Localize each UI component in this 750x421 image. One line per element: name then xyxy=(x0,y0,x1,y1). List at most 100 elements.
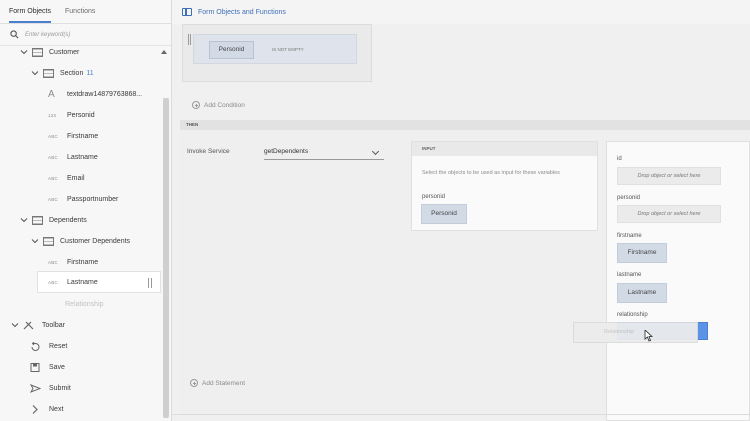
chevron-down-icon[interactable] xyxy=(20,216,28,224)
tree-item-label: Email xyxy=(67,174,85,182)
tree-item-personid[interactable]: 123 Personid xyxy=(48,105,95,125)
then-header: THEN xyxy=(180,120,750,130)
panel-icon xyxy=(32,215,43,225)
add-condition-button[interactable]: Add Condition xyxy=(192,101,245,109)
drag-handle-icon[interactable] xyxy=(148,278,152,288)
input-header: INPUT xyxy=(412,142,597,156)
breadcrumb-label[interactable]: Form Objects and Functions xyxy=(198,9,286,16)
tree-item-label: Passportnumber xyxy=(67,195,119,203)
tree-item-toolbar[interactable]: Toolbar xyxy=(11,315,65,335)
tree-item-dep-relationship[interactable]: Relationship xyxy=(65,294,104,314)
invoke-service-label: Invoke Service xyxy=(187,148,230,155)
tree-item-label: Customer xyxy=(49,48,80,56)
output-firstname-chip[interactable]: Firstname xyxy=(617,243,667,263)
tree-item-label: textdraw14879763868... xyxy=(67,90,143,98)
tree-item-label: Lastname xyxy=(67,278,98,286)
output-id-drop[interactable]: Drop object or select here xyxy=(617,167,721,185)
sidebar-tabs: Form Objects Functions xyxy=(0,0,171,24)
chevron-down-icon[interactable] xyxy=(31,237,39,245)
chevron-down-icon[interactable] xyxy=(371,147,380,156)
panel-toggle-icon[interactable] xyxy=(182,8,192,16)
tree-item-reset[interactable]: Reset xyxy=(30,336,67,356)
rule-editor: Form Objects and Functions Personid IS N… xyxy=(172,0,750,421)
tree-item-label: Relationship xyxy=(65,300,104,308)
input-panel: INPUT Select the objects to be used as i… xyxy=(411,141,598,231)
panel-icon xyxy=(43,68,54,78)
tree-item-passportnumber[interactable]: ABC Passportnumber xyxy=(48,189,118,209)
chevron-right-icon xyxy=(32,404,38,414)
tree-item-dependents[interactable]: Dependents xyxy=(20,210,87,230)
text-field-icon: ABC xyxy=(48,133,58,139)
condition-row[interactable]: Personid IS NOT EMPTY xyxy=(193,34,357,64)
reset-icon xyxy=(31,341,40,351)
tree-item-email[interactable]: ABC Email xyxy=(48,168,85,188)
add-statement-label: Add Statement xyxy=(202,379,245,387)
output-lastname-chip[interactable]: Lastname xyxy=(617,283,667,303)
output-lastname-label: lastname xyxy=(617,272,642,278)
tree-item-textdraw[interactable]: A textdraw14879763868... xyxy=(48,84,142,104)
tree-item-customer-dependents[interactable]: Customer Dependents xyxy=(31,231,130,251)
tab-form-objects[interactable]: Form Objects xyxy=(9,1,52,23)
send-icon xyxy=(30,383,41,393)
tree-item-next[interactable]: Next xyxy=(30,399,63,419)
service-value: getDependents xyxy=(264,148,309,155)
input-hint: Select the objects to be used as input f… xyxy=(422,170,560,176)
tree-item-label: Customer Dependents xyxy=(60,237,131,245)
tree-item-submit[interactable]: Submit xyxy=(30,378,71,398)
condition-field-chip[interactable]: Personid xyxy=(209,41,254,59)
tree-item-label: Firstname xyxy=(67,132,99,140)
text-field-icon: ABC xyxy=(48,279,58,285)
text-field-icon: ABC xyxy=(48,154,58,160)
output-personid-drop[interactable]: Drop object or select here xyxy=(617,205,721,223)
tree-item-label: Reset xyxy=(49,342,68,350)
tree-item-save[interactable]: Save xyxy=(30,357,65,377)
add-icon xyxy=(192,101,200,109)
tree-item-label: Save xyxy=(49,363,65,371)
text-draw-icon: A xyxy=(48,88,55,100)
drag-ghost: Relationship xyxy=(573,322,698,343)
text-field-icon: ABC xyxy=(48,175,58,181)
tree-item-label: Lastname xyxy=(67,153,98,161)
tree-item-dep-lastname[interactable]: ABC Lastname xyxy=(48,272,98,292)
move-cursor-icon xyxy=(644,330,653,342)
tree-item-label: Firstname xyxy=(67,258,99,266)
tree-item-dep-firstname[interactable]: ABC Firstname xyxy=(48,252,98,272)
tree-item-firstname[interactable]: ABC Firstname xyxy=(48,126,98,146)
tree-item-label: Dependents xyxy=(49,216,87,224)
tree-item-label: Next xyxy=(49,405,64,413)
output-panel: id Drop object or select here personid D… xyxy=(606,141,750,421)
breadcrumb: Form Objects and Functions xyxy=(172,0,750,24)
section-count: 11 xyxy=(86,69,94,77)
text-field-icon: ABC xyxy=(48,259,58,265)
toolbar-icon xyxy=(23,321,34,329)
tree-item-section[interactable]: Section 11 xyxy=(31,63,94,83)
input-param-label: personid xyxy=(422,194,446,200)
tree-item-label: Section xyxy=(60,69,84,77)
chevron-down-icon[interactable] xyxy=(31,69,39,77)
add-icon xyxy=(190,379,198,387)
add-statement-button[interactable]: Add Statement xyxy=(190,379,245,387)
drag-handle-icon[interactable] xyxy=(188,34,191,45)
sidebar-scrollbar[interactable] xyxy=(163,98,169,418)
output-firstname-label: firstname xyxy=(617,233,642,239)
output-id-label: id xyxy=(617,156,622,162)
save-icon xyxy=(30,362,40,372)
chevron-down-icon[interactable] xyxy=(11,321,19,329)
tree-item-label: Submit xyxy=(49,384,71,392)
service-select[interactable]: getDependents xyxy=(264,144,384,160)
condition-operator[interactable]: IS NOT EMPTY xyxy=(272,47,304,52)
panel-icon xyxy=(32,47,43,57)
output-personid-label: personid xyxy=(617,195,641,201)
tree-item-customer[interactable]: Customer xyxy=(20,42,170,62)
search-input[interactable]: Enter keyword(s) xyxy=(25,32,70,38)
condition-block: Personid IS NOT EMPTY xyxy=(182,24,372,82)
tree-item-lastname[interactable]: ABC Lastname xyxy=(48,147,98,167)
chevron-down-icon[interactable] xyxy=(20,48,28,56)
collapse-up-icon[interactable] xyxy=(161,49,167,54)
tree-item-label: Personid xyxy=(67,111,95,119)
tab-functions[interactable]: Functions xyxy=(65,1,95,23)
tree-item-dep-lastname-selected[interactable]: ABC Lastname xyxy=(37,271,161,293)
panel-icon xyxy=(43,236,54,246)
input-param-chip[interactable]: Personid xyxy=(421,204,467,224)
tree-item-label: Toolbar xyxy=(42,321,65,329)
